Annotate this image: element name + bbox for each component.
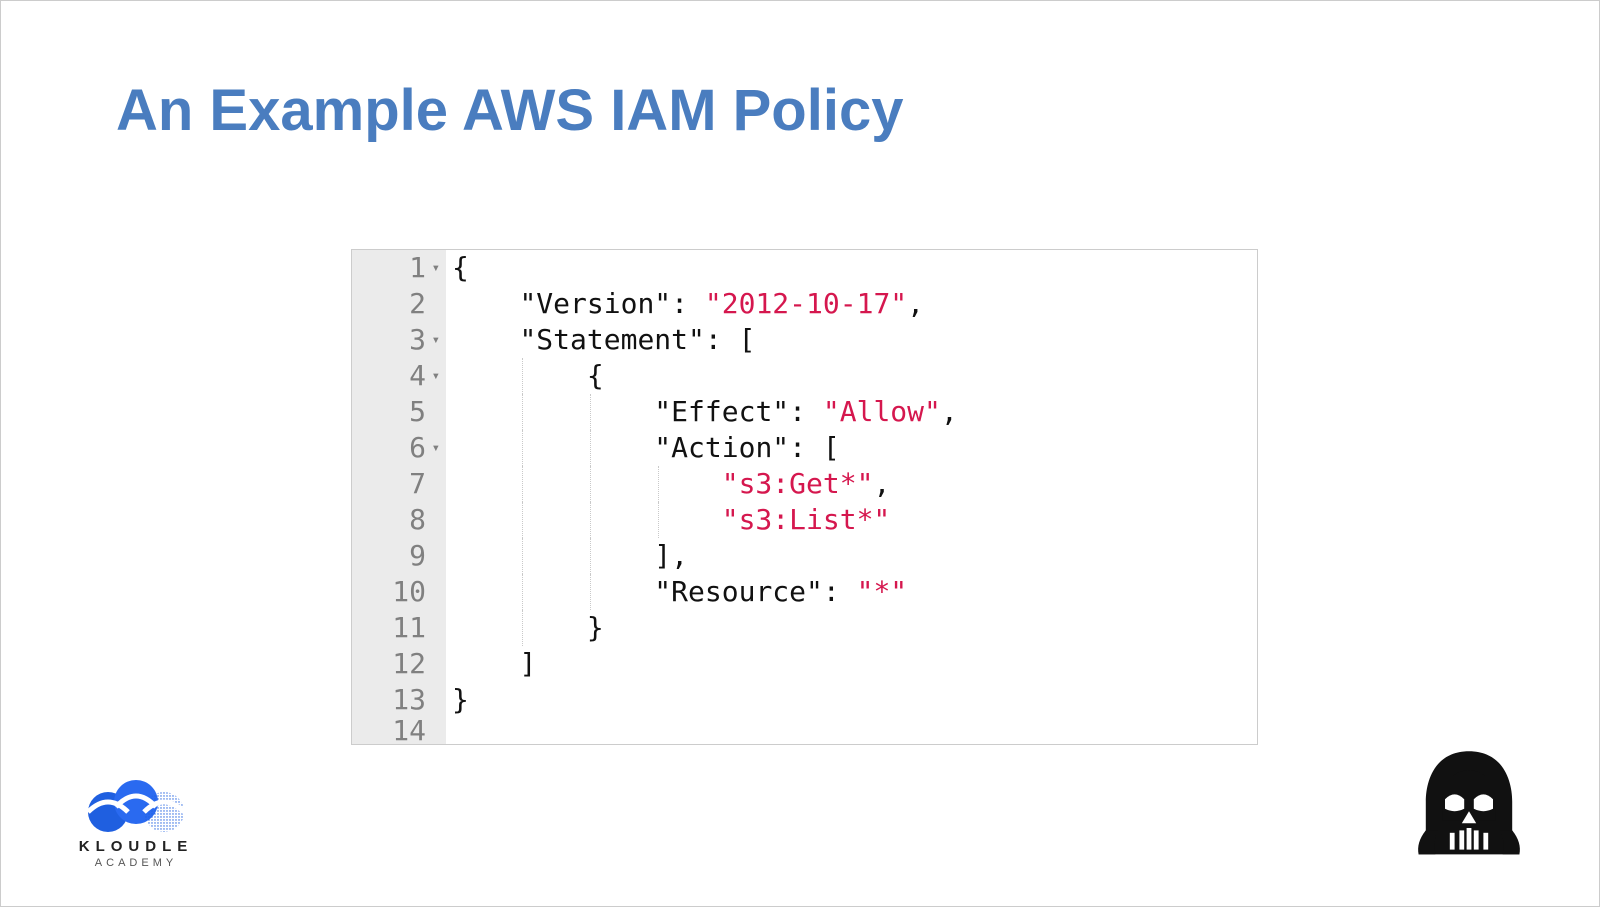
indent-guide xyxy=(658,466,659,502)
code-content: ] xyxy=(446,646,1257,682)
code-content: } xyxy=(446,682,1257,718)
indent-guide xyxy=(522,394,523,430)
code-line: 8 "s3:List*" xyxy=(352,502,1257,538)
line-number-gutter: 14 xyxy=(352,718,446,744)
code-content: "Effect": "Allow", xyxy=(446,394,1257,430)
code-line: 11 } xyxy=(352,610,1257,646)
darth-vader-icon xyxy=(1409,744,1529,869)
indent-guide xyxy=(522,502,523,538)
code-content: "s3:Get*", xyxy=(446,466,1257,502)
code-line: 2 "Version": "2012-10-17", xyxy=(352,286,1257,322)
code-line: 10 "Resource": "*" xyxy=(352,574,1257,610)
code-line: 4▾ { xyxy=(352,358,1257,394)
indent-guide xyxy=(522,466,523,502)
code-content: "s3:List*" xyxy=(446,502,1257,538)
slide: An Example AWS IAM Policy 1▾{2 "Version"… xyxy=(0,0,1600,907)
code-line: 6▾ "Action": [ xyxy=(352,430,1257,466)
indent-guide xyxy=(590,574,591,610)
code-content: "Version": "2012-10-17", xyxy=(446,286,1257,322)
brand-subtitle: ACADEMY xyxy=(66,857,206,869)
code-content: "Resource": "*" xyxy=(446,574,1257,610)
line-number-gutter: 11 xyxy=(352,610,446,646)
line-number-gutter: 4▾ xyxy=(352,358,446,394)
indent-guide xyxy=(590,466,591,502)
indent-guide xyxy=(590,502,591,538)
code-content: "Statement": [ xyxy=(446,322,1257,358)
line-number-gutter: 3▾ xyxy=(352,322,446,358)
fold-toggle-icon[interactable]: ▾ xyxy=(428,358,440,394)
code-line: 3▾ "Statement": [ xyxy=(352,322,1257,358)
line-number-gutter: 9 xyxy=(352,538,446,574)
kloudle-logo: KLOUDLE ACADEMY xyxy=(66,777,206,869)
code-content: { xyxy=(446,358,1257,394)
code-line: 13} xyxy=(352,682,1257,718)
indent-guide xyxy=(522,538,523,574)
brand-name: KLOUDLE xyxy=(66,838,206,855)
code-line: 7 "s3:Get*", xyxy=(352,466,1257,502)
code-content: { xyxy=(446,250,1257,286)
indent-guide xyxy=(522,610,523,646)
fold-toggle-icon[interactable]: ▾ xyxy=(428,322,440,358)
line-number-gutter: 2 xyxy=(352,286,446,322)
code-content: "Action": [ xyxy=(446,430,1257,466)
code-line: 12 ] xyxy=(352,646,1257,682)
code-line: 1▾{ xyxy=(352,250,1257,286)
fold-toggle-icon[interactable]: ▾ xyxy=(428,250,440,286)
indent-guide xyxy=(658,502,659,538)
fold-toggle-icon[interactable]: ▾ xyxy=(428,430,440,466)
indent-guide xyxy=(590,538,591,574)
code-line: 14 xyxy=(352,718,1257,744)
code-content xyxy=(446,718,1257,744)
slide-title: An Example AWS IAM Policy xyxy=(116,79,903,143)
cloud-icon xyxy=(76,777,196,832)
indent-guide xyxy=(522,574,523,610)
indent-guide xyxy=(590,430,591,466)
line-number-gutter: 7 xyxy=(352,466,446,502)
line-number-gutter: 1▾ xyxy=(352,250,446,286)
code-content: ], xyxy=(446,538,1257,574)
code-editor: 1▾{2 "Version": "2012-10-17",3▾ "Stateme… xyxy=(351,249,1258,745)
line-number-gutter: 12 xyxy=(352,646,446,682)
line-number-gutter: 5 xyxy=(352,394,446,430)
code-line: 9 ], xyxy=(352,538,1257,574)
indent-guide xyxy=(590,394,591,430)
indent-guide xyxy=(522,358,523,394)
code-line: 5 "Effect": "Allow", xyxy=(352,394,1257,430)
line-number-gutter: 6▾ xyxy=(352,430,446,466)
line-number-gutter: 10 xyxy=(352,574,446,610)
line-number-gutter: 8 xyxy=(352,502,446,538)
code-content: } xyxy=(446,610,1257,646)
indent-guide xyxy=(522,430,523,466)
